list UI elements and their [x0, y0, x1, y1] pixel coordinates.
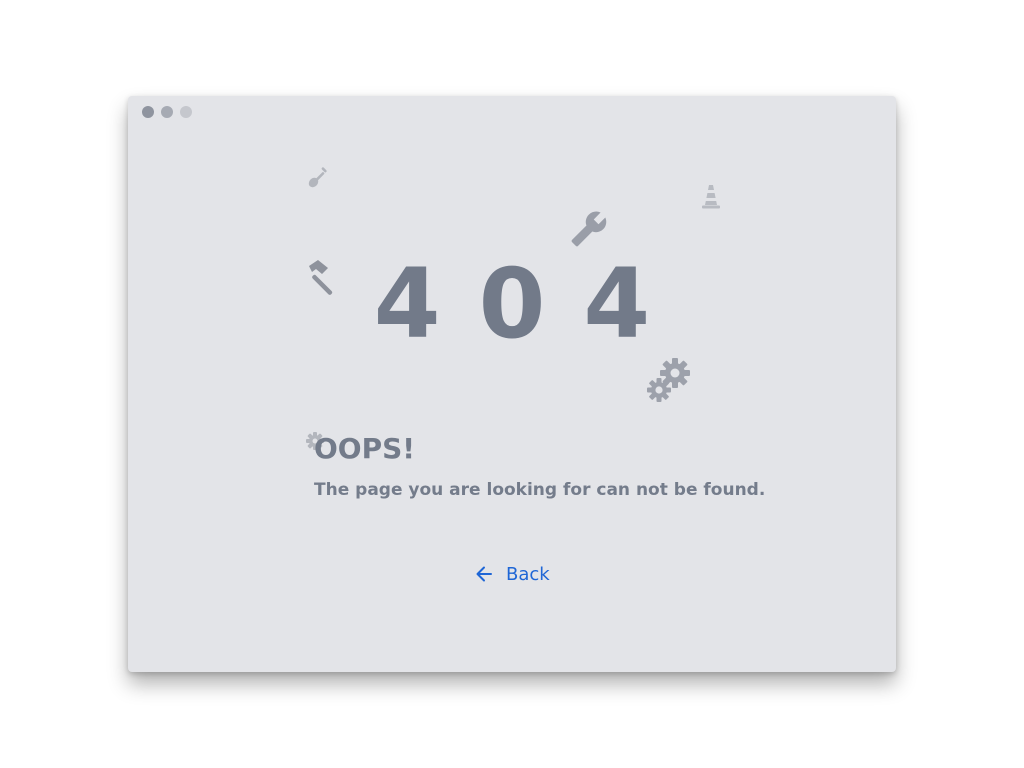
browser-window: 404 OOPS! The page you are looking for c… [128, 96, 896, 672]
shovel-icon [308, 167, 327, 188]
error-heading: OOPS! [314, 432, 416, 465]
arrow-left-icon [476, 566, 492, 582]
window-dot-2 [161, 106, 173, 118]
back-button-label: Back [506, 563, 550, 585]
error-code: 404 [373, 248, 689, 360]
wrench-icon [571, 211, 607, 247]
back-button[interactable]: Back [474, 560, 550, 588]
window-dot-1 [142, 106, 154, 118]
traffic-cone-icon [702, 185, 720, 209]
error-message: The page you are looking for can not be … [314, 480, 766, 500]
window-dot-3 [180, 106, 192, 118]
